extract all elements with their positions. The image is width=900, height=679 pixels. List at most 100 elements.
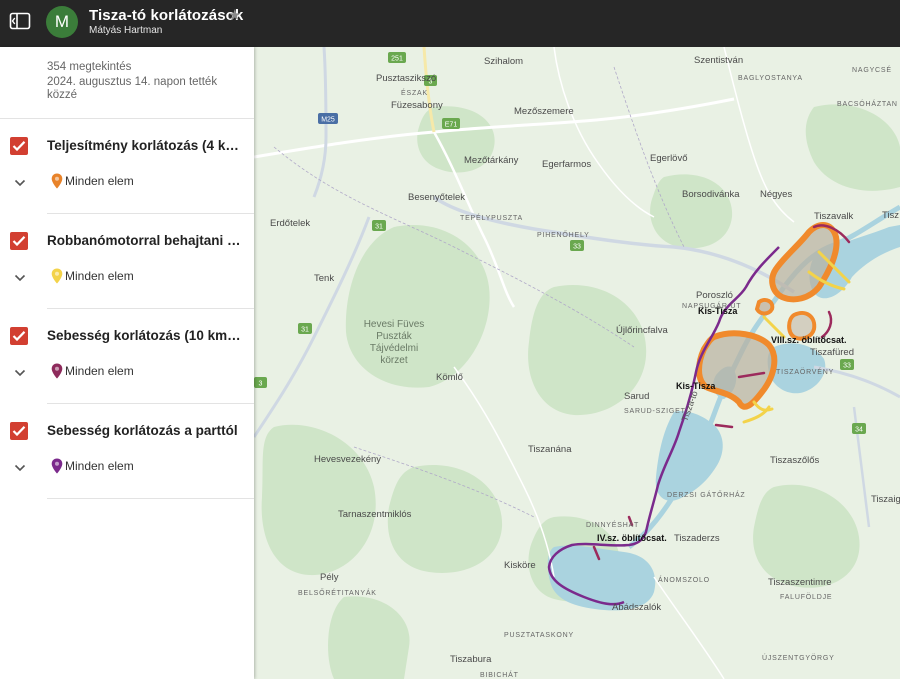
lake-label: Kis-Tisza bbox=[676, 381, 716, 391]
sidebar-toggle-icon[interactable] bbox=[9, 11, 31, 31]
author-name: Mátyás Hartman bbox=[89, 25, 163, 36]
published-date: 2024. augusztus 14. napon tették közzé bbox=[47, 76, 218, 101]
map-canvas[interactable]: 251 3 M25 E71 31 33 33 31 34 3 Szihalom … bbox=[254, 47, 900, 679]
town-label: Pusztaszikszó bbox=[376, 73, 436, 84]
pin-yellow-icon bbox=[51, 268, 63, 284]
town-label: Abádszalók bbox=[612, 602, 661, 613]
road-number: 34 bbox=[855, 427, 863, 434]
road-number: 31 bbox=[301, 327, 309, 334]
pin-purple-icon bbox=[51, 458, 63, 474]
layer-checkbox[interactable] bbox=[10, 327, 28, 345]
district-label: BACSÓHÁZTAN bbox=[837, 99, 898, 108]
star-icon[interactable]: ★ bbox=[228, 6, 241, 24]
layer-speed-limit: Sebesség korlátozás (10 km/h) Minden ele… bbox=[0, 309, 254, 404]
town-label: Szentistván bbox=[694, 55, 743, 66]
all-items-link[interactable]: Minden elem bbox=[65, 459, 134, 473]
town-label: Sarud bbox=[624, 391, 649, 402]
layer-power-limit: Teljesítmény korlátozás (4 kW) Minden el… bbox=[0, 119, 254, 214]
all-items-link[interactable]: Minden elem bbox=[65, 269, 134, 283]
town-label: Újlőrincfalva bbox=[616, 325, 668, 336]
road-number: 33 bbox=[843, 363, 851, 370]
view-count: 354 megtekintés bbox=[47, 61, 132, 73]
town-label: Tisz bbox=[882, 210, 899, 221]
district-label: NAGYCSÉ bbox=[852, 65, 892, 74]
town-label: Mezőtárkány bbox=[464, 155, 519, 166]
town-label: Poroszló bbox=[696, 290, 733, 301]
top-bar: M Tisza-tó korlátozások ★ Mátyás Hartman bbox=[0, 0, 900, 47]
district-label: PIHENŐHELY bbox=[537, 230, 590, 239]
town-label: Füzesabony bbox=[391, 100, 443, 111]
check-icon bbox=[12, 426, 26, 437]
layer-checkbox[interactable] bbox=[10, 232, 28, 250]
road-number: 251 bbox=[391, 56, 403, 63]
legend-sidebar: 354 megtekintés 2024. augusztus 14. napo… bbox=[0, 47, 254, 679]
town-label: Erdőtelek bbox=[270, 218, 310, 229]
chevron-down-icon[interactable] bbox=[14, 464, 26, 472]
district-label: ÉSZAK bbox=[401, 88, 428, 97]
road-number: 31 bbox=[375, 224, 383, 231]
town-label: Tenk bbox=[314, 273, 334, 284]
town-label: Borsodivánka bbox=[682, 189, 740, 200]
road-number: E71 bbox=[445, 122, 458, 129]
layer-checkbox[interactable] bbox=[10, 137, 28, 155]
map-graphic[interactable]: 251 3 M25 E71 31 33 33 31 34 3 Szihalom … bbox=[254, 47, 900, 679]
layer-name: Sebesség korlátozás (10 km/h) bbox=[47, 328, 242, 343]
lake-label: IV.sz. öblítőcsat. bbox=[597, 533, 667, 543]
svg-text:körzet: körzet bbox=[380, 355, 407, 366]
chevron-down-icon[interactable] bbox=[14, 179, 26, 187]
layer-engine-ban: Robbanómotorral behajtani tilos Minden e… bbox=[0, 214, 254, 309]
town-label: Egerlövő bbox=[650, 153, 688, 164]
chevron-down-icon[interactable] bbox=[14, 274, 26, 282]
all-items-link[interactable]: Minden elem bbox=[65, 364, 134, 378]
layer-name: Teljesítmény korlátozás (4 kW) bbox=[47, 138, 242, 153]
town-label: Szihalom bbox=[484, 56, 523, 67]
town-label: Mezőszemere bbox=[514, 106, 574, 117]
town-label: Tiszavalk bbox=[814, 211, 853, 222]
district-label: PUSZTATASKONY bbox=[504, 632, 574, 639]
layer-checkbox[interactable] bbox=[10, 422, 28, 440]
town-label: Négyes bbox=[760, 189, 792, 200]
layer-name: Sebesség korlátozás a parttól bbox=[47, 423, 238, 438]
district-label: BAGLYOSTANYA bbox=[738, 75, 803, 82]
town-label: Tiszaszőlős bbox=[770, 455, 820, 466]
svg-text:Tájvédelmi: Tájvédelmi bbox=[370, 343, 418, 354]
check-icon bbox=[12, 331, 26, 342]
district-label: SARUD-SZIGET bbox=[624, 408, 686, 415]
town-label: Tarnaszentmiklós bbox=[338, 509, 412, 520]
divider bbox=[47, 498, 254, 499]
lake-label: VIII.sz. öblítőcsat. bbox=[771, 335, 847, 345]
district-label: TISZAÖRVÉNY bbox=[776, 367, 834, 376]
road-number: M25 bbox=[321, 117, 335, 124]
town-label: Hevesvezekény bbox=[314, 454, 381, 465]
district-label: ÚJSZENTGYÖRGY bbox=[762, 653, 835, 662]
svg-text:Puszták: Puszták bbox=[376, 331, 413, 342]
district-label: DERZSI GÁTŐRHÁZ bbox=[667, 490, 746, 499]
district-label: DINNYÉSHÁT bbox=[586, 520, 639, 529]
district-label: FALUFÖLDJE bbox=[780, 593, 832, 601]
district-label: BIBICHÁT bbox=[480, 670, 519, 679]
all-items-link[interactable]: Minden elem bbox=[65, 174, 134, 188]
pin-orange-icon bbox=[51, 173, 63, 189]
district-label: ÁNOMSZOLO bbox=[658, 575, 710, 584]
town-label: Kömlő bbox=[436, 372, 463, 383]
pin-maroon-icon bbox=[51, 363, 63, 379]
road-number: 33 bbox=[573, 244, 581, 251]
town-label: Tiszaszentimre bbox=[768, 577, 832, 588]
town-label: Tiszaderzs bbox=[674, 533, 720, 544]
town-label: Tiszafüred bbox=[810, 347, 854, 358]
town-label: Tiszabura bbox=[450, 654, 492, 665]
district-label: BELSŐRÉTITANYÁK bbox=[298, 588, 377, 597]
town-label: Kisköre bbox=[504, 560, 536, 571]
town-label: Pély bbox=[320, 572, 339, 583]
map-title: Tisza-tó korlátozások bbox=[89, 7, 244, 24]
check-icon bbox=[12, 236, 26, 247]
check-icon bbox=[12, 141, 26, 152]
chevron-down-icon[interactable] bbox=[14, 369, 26, 377]
avatar[interactable]: M bbox=[46, 6, 78, 38]
town-label: Tiszaig bbox=[871, 494, 900, 505]
road-number: 3 bbox=[259, 381, 263, 388]
layer-shore-speed-limit: Sebesség korlátozás a parttól Minden ele… bbox=[0, 404, 254, 499]
layer-name: Robbanómotorral behajtani tilos bbox=[47, 233, 242, 248]
district-label: TEPÉLYPUSZTA bbox=[460, 213, 523, 222]
lake-label: Kis-Tisza bbox=[698, 306, 738, 316]
